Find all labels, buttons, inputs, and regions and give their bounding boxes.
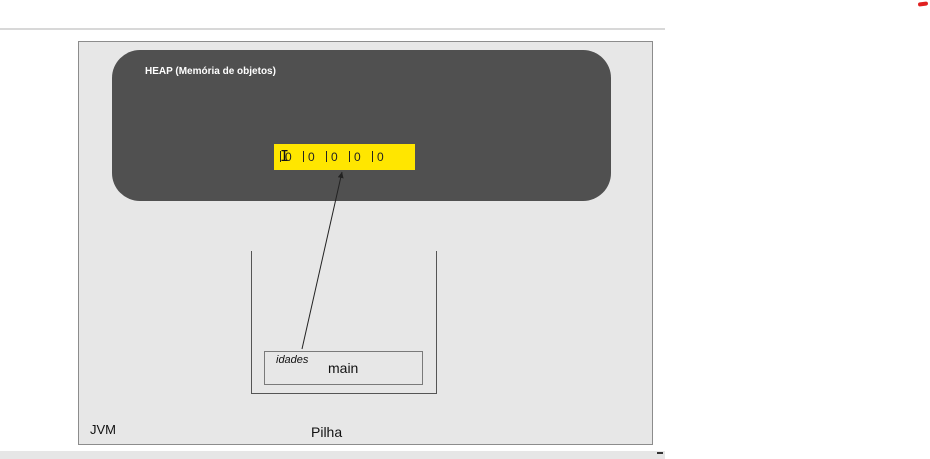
array-cell: 0 [320,150,343,164]
bottom-scroll-band [0,451,665,459]
jvm-label: JVM [90,422,116,437]
int-array-object: 0 0 0 0 0 [274,144,415,170]
variable-label: idades [276,354,309,366]
array-cell: 0 [297,150,320,164]
array-cell: 0 [366,150,389,164]
array-cell: 0 [343,150,366,164]
corner-mark [657,452,663,454]
annotation-mark [917,1,929,7]
top-toolbar-band [0,0,665,30]
frame-name: main [328,360,359,376]
heap-title: HEAP (Memória de objetos) [145,66,276,77]
stack-label: Pilha [311,424,343,440]
text-cursor-icon: I [280,147,290,165]
